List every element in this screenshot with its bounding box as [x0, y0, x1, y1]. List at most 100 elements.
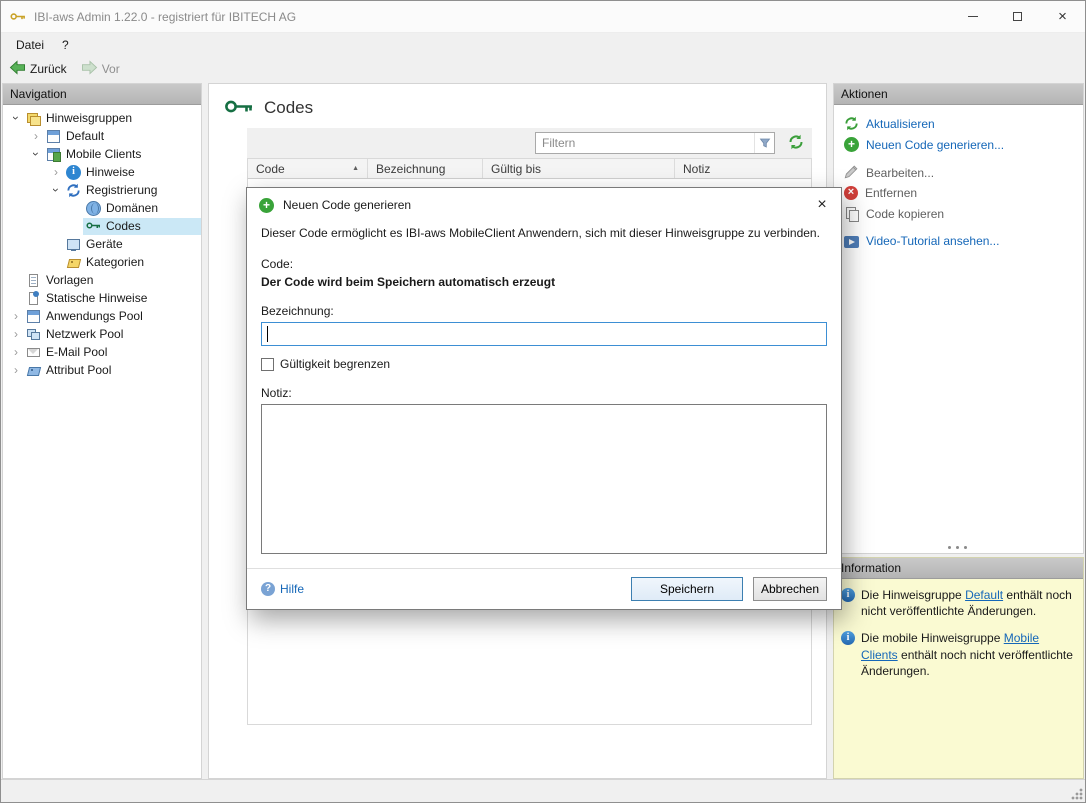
- maximize-icon: [1013, 12, 1022, 21]
- tree-item-hinweise[interactable]: Hinweise: [3, 163, 201, 181]
- navigation-panel: Navigation Hinweisgruppen Default Mobile…: [2, 83, 202, 779]
- chevron-expanded-icon[interactable]: [29, 147, 43, 161]
- refresh-button[interactable]: [788, 134, 804, 153]
- column-header-notiz[interactable]: Notiz: [675, 159, 811, 178]
- action-entfernen[interactable]: Entfernen: [844, 183, 1083, 203]
- key-icon: [224, 98, 254, 118]
- bezeichnung-input[interactable]: [261, 322, 827, 346]
- code-auto-text: Der Code wird beim Speichern automatisch…: [261, 275, 556, 289]
- tree-item-email-pool[interactable]: E-Mail Pool: [3, 343, 201, 361]
- tree-item-label: Hinweise: [86, 165, 135, 179]
- panel-splitter-handle[interactable]: [947, 546, 970, 550]
- action-code-kopieren[interactable]: Code kopieren: [844, 203, 1083, 224]
- registration-icon: [66, 183, 81, 198]
- back-button[interactable]: Zurück: [9, 59, 67, 78]
- tree-item-domaenen[interactable]: Domänen: [3, 199, 201, 217]
- close-button[interactable]: ×: [1040, 1, 1085, 32]
- chevron-collapsed-icon[interactable]: [29, 129, 43, 143]
- info-link-default[interactable]: Default: [965, 588, 1003, 602]
- column-header-code[interactable]: Code ▲: [248, 159, 368, 178]
- forward-button[interactable]: Vor: [81, 59, 120, 78]
- video-icon: [844, 235, 859, 248]
- app-icon: [10, 9, 26, 25]
- save-button[interactable]: Speichern: [631, 577, 743, 601]
- tree-item-geraete[interactable]: Geräte: [3, 235, 201, 253]
- chevron-collapsed-icon[interactable]: [9, 345, 23, 359]
- info-icon: [841, 588, 855, 602]
- group-icon: [26, 111, 41, 126]
- gueltigkeit-checkbox[interactable]: [261, 357, 274, 371]
- action-neuen-code-generieren[interactable]: Neuen Code generieren...: [844, 134, 1083, 155]
- maximize-button[interactable]: [995, 1, 1040, 32]
- info-icon: [841, 631, 855, 646]
- tree-item-label: Mobile Clients: [66, 147, 142, 161]
- action-bearbeiten[interactable]: Bearbeiten...: [844, 162, 1083, 183]
- tree-item-mobile-clients[interactable]: Mobile Clients: [3, 145, 201, 163]
- mobile-group-icon: [46, 147, 61, 162]
- chevron-collapsed-icon[interactable]: [9, 309, 23, 323]
- network-pool-icon: [26, 327, 41, 342]
- tree-item-statische-hinweise[interactable]: Statische Hinweise: [3, 289, 201, 307]
- filter-funnel-button[interactable]: [754, 133, 774, 153]
- action-label: Code kopieren: [866, 206, 945, 221]
- notiz-textarea[interactable]: [261, 404, 827, 554]
- chevron-collapsed-icon[interactable]: [49, 165, 63, 179]
- info-text-prefix: Die mobile Hinweisgruppe: [861, 631, 1004, 646]
- action-video-tutorial[interactable]: Video-Tutorial ansehen...: [844, 231, 1083, 251]
- chevron-expanded-icon[interactable]: [49, 183, 63, 197]
- code-label: Code:: [261, 257, 294, 271]
- tree-item-label: Kategorien: [86, 255, 145, 269]
- menu-item-help[interactable]: ?: [53, 35, 78, 55]
- back-button-label: Zurück: [30, 61, 67, 76]
- chevron-collapsed-icon[interactable]: [9, 363, 23, 377]
- tree-item-kategorien[interactable]: Kategorien: [3, 253, 201, 271]
- refresh-icon: [844, 116, 859, 131]
- notiz-label: Notiz:: [261, 386, 292, 400]
- filter-input[interactable]: [536, 133, 754, 153]
- chevron-expanded-icon[interactable]: [9, 111, 23, 125]
- tree-item-hinweisgruppen[interactable]: Hinweisgruppen: [3, 109, 201, 127]
- menu-item-datei[interactable]: Datei: [7, 35, 53, 55]
- tree-item-default[interactable]: Default: [3, 127, 201, 145]
- tree-item-attribut-pool[interactable]: Attribut Pool: [3, 361, 201, 379]
- actions-panel: Aktionen Aktualisieren Neuen Code generi…: [833, 83, 1084, 554]
- forward-arrow-icon: [81, 59, 98, 78]
- page-title: Codes: [264, 98, 314, 117]
- tree-item-netzwerk-pool[interactable]: Netzwerk Pool: [3, 325, 201, 343]
- chevron-collapsed-icon[interactable]: [9, 327, 23, 341]
- tree-item-label: Vorlagen: [46, 273, 94, 287]
- minimize-button[interactable]: [950, 1, 995, 32]
- bezeichnung-label: Bezeichnung:: [261, 304, 334, 318]
- attribute-pool-icon: [26, 363, 41, 378]
- resize-grip[interactable]: [1070, 787, 1083, 800]
- dialog-titlebar: Neuen Code generieren ×: [247, 188, 841, 222]
- tree-item-label: Anwendungs Pool: [46, 309, 143, 323]
- tree-item-codes[interactable]: Codes: [3, 217, 201, 235]
- static-notices-icon: [26, 290, 41, 306]
- action-label: Entfernen: [865, 186, 918, 200]
- toolbar: Zurück Vor: [1, 56, 1085, 81]
- email-pool-icon: [26, 345, 41, 360]
- information-panel: Information Die Hinweisgruppe Default en…: [833, 557, 1084, 779]
- column-header-label: Gültig bis: [491, 161, 542, 176]
- filter-box: [535, 132, 775, 154]
- information-header: Information: [834, 558, 1083, 579]
- info-text: Die mobile Hinweisgruppe Mobile Clients …: [861, 630, 1076, 679]
- column-header-gueltig-bis[interactable]: Gültig bis: [483, 159, 675, 178]
- info-text-prefix: Die Hinweisgruppe: [861, 588, 966, 602]
- right-column: Aktionen Aktualisieren Neuen Code generi…: [833, 83, 1084, 779]
- cancel-button[interactable]: Abbrechen: [753, 577, 827, 601]
- sort-ascending-icon: ▲: [352, 165, 359, 172]
- action-aktualisieren[interactable]: Aktualisieren: [844, 113, 1083, 134]
- tree-item-registrierung[interactable]: Registrierung: [3, 181, 201, 199]
- copy-icon: [844, 206, 859, 222]
- gueltigkeit-checkbox-row[interactable]: Gültigkeit begrenzen: [261, 356, 827, 372]
- dialog-close-button[interactable]: ×: [807, 191, 837, 219]
- forward-button-label: Vor: [101, 61, 120, 76]
- tree-item-anwendungs-pool[interactable]: Anwendungs Pool: [3, 307, 201, 325]
- navigation-tree: Hinweisgruppen Default Mobile Clients Hi…: [3, 105, 201, 379]
- action-label: Video-Tutorial ansehen...: [866, 234, 1000, 248]
- tree-item-vorlagen[interactable]: Vorlagen: [3, 271, 201, 289]
- column-header-bezeichnung[interactable]: Bezeichnung: [368, 159, 483, 178]
- help-link[interactable]: Hilfe: [261, 582, 304, 596]
